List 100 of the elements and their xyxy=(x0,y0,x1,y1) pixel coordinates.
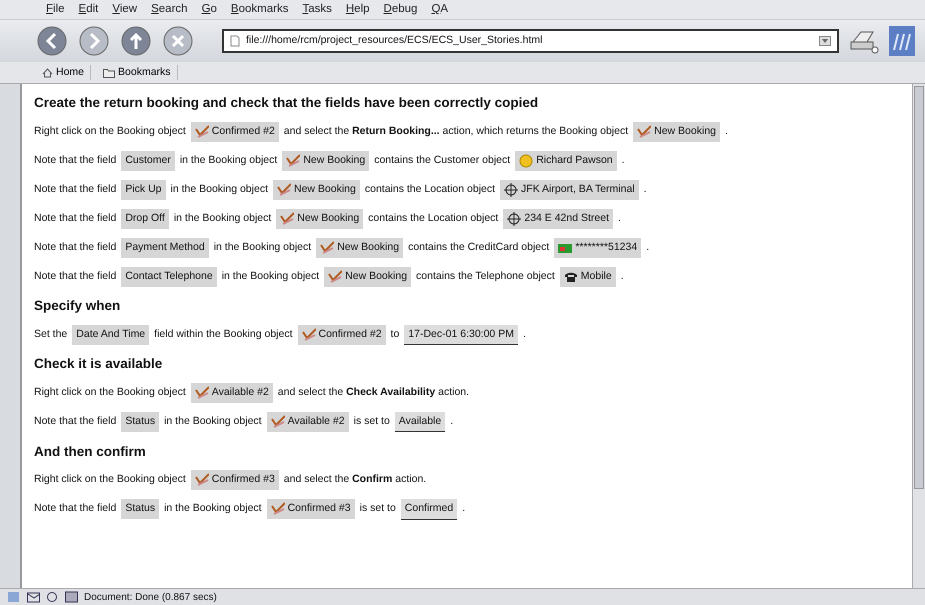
booking-icon xyxy=(280,212,294,226)
step-text: in the Booking object xyxy=(164,414,262,430)
menu-item[interactable]: Edit xyxy=(76,0,100,20)
booking-icon xyxy=(194,473,209,488)
menu-item[interactable]: View xyxy=(110,0,140,20)
section-heading: Create the return booking and check that the fields have been correctly copied xyxy=(34,95,540,112)
menu-item[interactable]: Tasks xyxy=(300,0,334,20)
step-text: Right click on the Booking object xyxy=(34,385,186,400)
booking-icon xyxy=(276,182,291,197)
menu-item[interactable]: Go xyxy=(200,0,219,20)
section-heading: Specify when xyxy=(34,298,122,314)
field-name: Pick Up xyxy=(121,180,166,200)
chat-icon[interactable] xyxy=(46,591,59,603)
dropdown-icon xyxy=(819,36,831,46)
step-text: in the Booking object xyxy=(214,240,312,255)
field-value[interactable]: 17-Dec-01 6:30:00 PM xyxy=(404,324,518,346)
object-reference[interactable]: New Booking xyxy=(324,266,412,287)
field-name: Payment Method xyxy=(121,238,209,258)
field-value[interactable]: Confirmed xyxy=(400,498,458,520)
object-reference[interactable]: Confirmed #2 xyxy=(190,122,279,142)
object-reference[interactable]: New Booking xyxy=(316,238,404,258)
step-text: in the Booking object xyxy=(174,210,272,226)
bookmarks-menu[interactable]: Bookmarks xyxy=(97,64,178,80)
logo-icon xyxy=(889,26,915,56)
step-text: . xyxy=(646,240,650,255)
booking-icon xyxy=(194,124,209,139)
step-text: Note that the field xyxy=(34,182,116,197)
object-reference[interactable]: Richard Pawson xyxy=(515,150,617,171)
url-field[interactable]: file:///home/rcm/project_resources/ECS/ECS_User_Stories.html xyxy=(222,29,839,53)
booking-icon xyxy=(302,328,316,342)
step-text: in the Booking object xyxy=(222,268,320,284)
crosshair-icon xyxy=(504,182,518,197)
object-reference[interactable]: Mobile xyxy=(560,266,616,287)
step-text: and select the Check Availability action. xyxy=(278,385,470,400)
booking-icon xyxy=(286,154,300,168)
step-text: and select the Return Booking... action, which returns the Booking object xyxy=(284,124,628,139)
step-text: . xyxy=(618,210,621,226)
step-text: . xyxy=(644,182,647,197)
object-reference[interactable]: Confirmed #3 xyxy=(266,499,355,520)
step-text: is set to xyxy=(354,414,390,430)
step-text: contains the Location object xyxy=(368,210,498,226)
scrollbar-thumb[interactable] xyxy=(914,86,924,490)
object-reference[interactable]: JFK Airport, BA Terminal xyxy=(500,180,639,200)
step-text: Right click on the Booking object xyxy=(34,472,186,488)
booking-icon xyxy=(637,124,652,139)
section-heading: Check it is available xyxy=(34,356,164,373)
url-text: file:///home/rcm/project_resources/ECS/ECS_User_Stories.html xyxy=(246,33,544,48)
mail-icon[interactable] xyxy=(27,591,40,603)
section-heading: And then confirm xyxy=(34,444,147,460)
object-reference[interactable]: New Booking xyxy=(272,180,360,200)
step-text: contains the Location object xyxy=(364,182,496,197)
object-reference[interactable]: 234 E 42nd Street xyxy=(503,208,614,229)
step-text: contains the Telephone object xyxy=(416,268,555,284)
object-reference[interactable]: New Booking xyxy=(282,150,370,171)
back-button[interactable] xyxy=(36,25,68,57)
page-icon xyxy=(230,35,240,47)
field-name: Contact Telephone xyxy=(121,266,217,287)
step-text: . xyxy=(462,501,466,516)
step-text: Note that the field xyxy=(34,210,116,226)
composer-icon[interactable] xyxy=(65,591,78,603)
step-text: . xyxy=(620,268,624,284)
menu-item[interactable]: Search xyxy=(149,0,190,20)
step-text: Note that the field xyxy=(34,414,116,430)
step-text: contains the Customer object xyxy=(374,152,510,168)
field-name: Drop Off xyxy=(121,208,169,229)
booking-icon xyxy=(194,386,209,400)
step-text: in the Booking object xyxy=(180,152,278,168)
menu-item[interactable]: Bookmarks xyxy=(228,0,290,20)
object-reference[interactable]: Available #2 xyxy=(266,412,349,432)
step-text: . xyxy=(522,327,526,342)
step-text: Note that the field xyxy=(34,152,116,168)
home-icon xyxy=(42,68,53,78)
step-text: Note that the field xyxy=(34,268,116,284)
object-reference[interactable]: ********51234 xyxy=(554,238,642,258)
booking-icon xyxy=(328,270,342,284)
object-reference[interactable]: Confirmed #2 xyxy=(298,325,386,345)
object-reference[interactable]: New Booking xyxy=(276,208,364,229)
status-text: Document: Done (0.867 secs) xyxy=(84,590,217,604)
field-name: Date And Time xyxy=(72,325,150,345)
step-text: is set to xyxy=(360,501,396,516)
menu-item[interactable]: Debug xyxy=(382,0,420,20)
step-text: Note that the field xyxy=(34,501,116,516)
step-text: in the Booking object xyxy=(170,182,268,197)
crosshair-icon xyxy=(507,212,522,226)
menu-item[interactable]: QA xyxy=(429,0,450,20)
step-text: contains the CreditCard object xyxy=(408,240,550,255)
object-reference[interactable]: Available #2 xyxy=(190,383,273,403)
object-reference[interactable]: New Booking xyxy=(633,122,720,142)
step-text: Set the xyxy=(34,327,68,342)
field-name: Status xyxy=(121,412,160,432)
field-value[interactable]: Available xyxy=(394,412,446,432)
menu-item[interactable]: Help xyxy=(344,0,372,20)
reload-button[interactable] xyxy=(120,25,152,57)
menu-item[interactable]: File xyxy=(44,0,67,20)
step-text: Right click on the Booking object xyxy=(34,124,186,139)
step-text: to xyxy=(390,327,400,342)
home-link[interactable]: Home xyxy=(36,64,92,80)
step-text: Note that the field xyxy=(34,240,116,255)
object-reference[interactable]: Confirmed #3 xyxy=(190,470,279,490)
folder-icon xyxy=(103,68,116,78)
